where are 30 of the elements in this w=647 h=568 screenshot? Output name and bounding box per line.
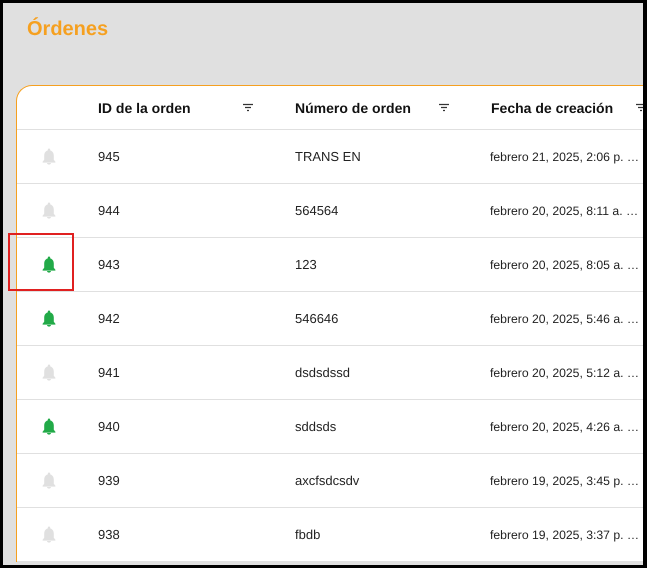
table-cell: febrero 20, 2025, 8:05 a. … [490, 258, 640, 272]
page-title: Órdenes [27, 19, 108, 39]
table-cell: 546646 [295, 311, 338, 326]
table-cell: 940 [98, 419, 120, 434]
table-cell: febrero 21, 2025, 2:06 p. … [490, 150, 640, 164]
table-cell: axcfsdcsdv [295, 473, 360, 488]
column-header[interactable]: Número de orden [295, 100, 411, 116]
table-cell: TRANS EN [295, 149, 361, 164]
table-cell: 123 [295, 257, 317, 272]
table-cell: febrero 20, 2025, 5:12 a. … [490, 366, 640, 380]
table-cell: 943 [98, 257, 120, 272]
table-cell: 941 [98, 365, 120, 380]
column-header[interactable]: Fecha de creación [491, 100, 614, 116]
table-cell: febrero 19, 2025, 3:45 p. … [490, 474, 640, 488]
table-cell: 944 [98, 203, 120, 218]
filter-icon[interactable] [242, 103, 254, 112]
table-cell: febrero 20, 2025, 4:26 a. … [490, 420, 640, 434]
table-cell: dsdsdssd [295, 365, 350, 380]
table-cell: 564564 [295, 203, 338, 218]
filter-icon[interactable] [438, 103, 450, 112]
table-cell: 945 [98, 149, 120, 164]
table-cell: febrero 20, 2025, 8:11 a. … [490, 204, 638, 218]
table-cell: 939 [98, 473, 120, 488]
table-cell: febrero 19, 2025, 3:37 p. … [490, 528, 640, 542]
table-cell: febrero 20, 2025, 5:46 a. … [490, 312, 640, 326]
table-cell: 938 [98, 527, 120, 542]
table-cell: fbdb [295, 527, 320, 542]
table-cell: sddsds [295, 419, 336, 434]
column-header[interactable]: ID de la orden [98, 100, 191, 116]
table-cell: 942 [98, 311, 120, 326]
